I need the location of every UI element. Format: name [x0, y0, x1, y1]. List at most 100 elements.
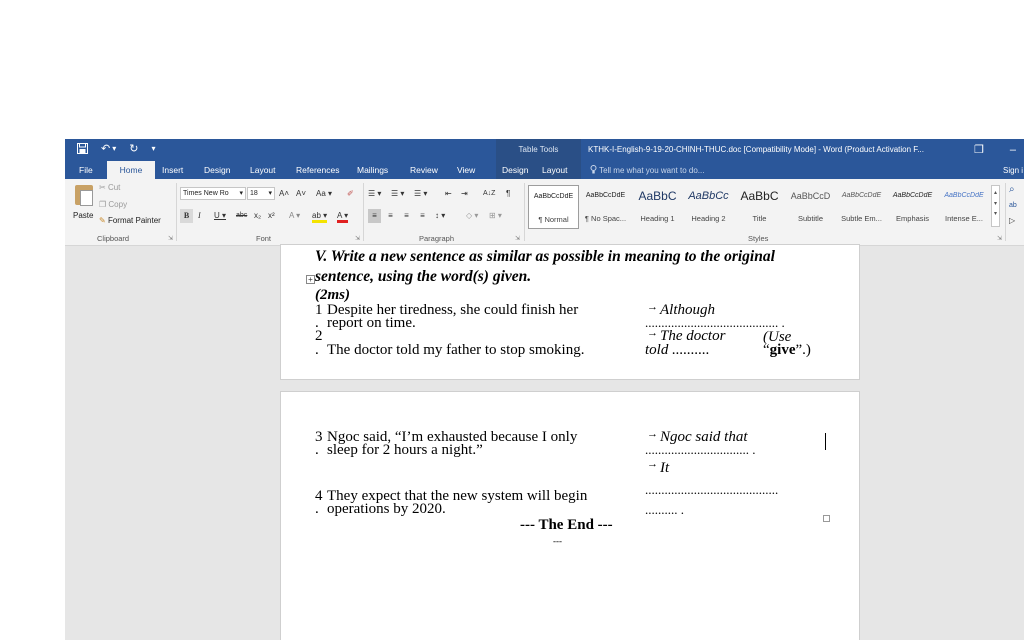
clipboard-group-label: Clipboard [97, 234, 130, 243]
styles-gallery-scroll[interactable]: ▴ ▾ ▾ [991, 185, 1000, 227]
more-styles-icon[interactable]: ▾ [992, 208, 999, 220]
style-preview: AaBbCcDdE [892, 192, 933, 199]
font-group-label: Font [256, 234, 272, 243]
window-controls: ❐ – [974, 139, 1016, 161]
sign-in-link[interactable]: Sign i [1003, 161, 1023, 180]
align-left-button[interactable]: ≡ [368, 209, 381, 223]
paragraph-launcher-icon[interactable]: ⇲ [515, 235, 520, 242]
arrow-icon: → [647, 327, 658, 339]
show-formatting-marks-button[interactable]: ¶ [506, 187, 510, 201]
line-spacing-button[interactable]: ↕ ▾ [435, 209, 445, 223]
bullets-button[interactable]: ☰ ▾ [368, 187, 381, 201]
ribbon-display-options-icon[interactable]: ❐ [974, 139, 984, 161]
center-button[interactable]: ≡ [384, 209, 397, 223]
style-subtitle[interactable]: AaBbCcD Subtitle [785, 185, 836, 229]
tab-review[interactable]: Review [404, 161, 444, 179]
tab-references[interactable]: References [290, 161, 345, 179]
font-size-value: 18 [250, 190, 258, 197]
document-page[interactable]: 3 Ngoc said, “I’m exhausted because I on… [280, 391, 860, 640]
increase-indent-button[interactable]: ⇥ [461, 187, 468, 201]
multilevel-list-button[interactable]: ☰ ▾ [414, 187, 427, 201]
tab-table-layout[interactable]: Layout [536, 161, 581, 179]
the-end-marker: --- The End --- [520, 517, 613, 533]
style-preview: AaBbCcDdE [841, 192, 882, 199]
font-name-combo[interactable]: Times New Ro ▾ [180, 187, 246, 200]
text-effects-button[interactable]: A ▾ [289, 209, 300, 223]
replace-icon[interactable]: ab [1009, 199, 1017, 213]
save-icon[interactable] [77, 143, 88, 157]
strikethrough-button[interactable]: abc [236, 209, 247, 223]
quick-access-toolbar: ↶ ▾ ↻ ▾ [77, 143, 155, 157]
style-subtle-emphasis[interactable]: AaBbCcDdE Subtle Em... [836, 185, 887, 229]
style-title[interactable]: AaBbC Title [734, 185, 785, 229]
undo-dropdown-icon[interactable]: ▾ [112, 143, 116, 157]
answer-blank: ................................ . [645, 442, 756, 457]
style-no-spacing[interactable]: AaBbCcDdE ¶ No Spac... [580, 185, 631, 229]
style-name: Subtitle [797, 214, 824, 223]
tab-insert[interactable]: Insert [156, 161, 189, 179]
table-resize-handle-icon[interactable] [823, 515, 830, 522]
style-intense-emphasis[interactable]: AaBbCcDdE Intense E... [938, 185, 990, 229]
paste-icon [75, 185, 93, 206]
justify-button[interactable]: ≡ [416, 209, 429, 223]
style-preview: AaBbCcD [790, 191, 831, 201]
style-normal[interactable]: AaBbCcDdE ¶ Normal [528, 185, 579, 229]
tab-file[interactable]: File [73, 161, 99, 179]
tab-table-design[interactable]: Design [496, 161, 536, 179]
style-preview: AaBbCcDdE [533, 193, 574, 200]
answer-blank: .......... . [645, 502, 684, 517]
tab-mailings[interactable]: Mailings [351, 161, 394, 179]
window-title: KTHK-I-English-9-19-20-CHINH-THUC.doc [C… [588, 145, 924, 154]
borders-button[interactable]: ⊞ ▾ [489, 209, 502, 223]
style-heading-1[interactable]: AaBbC Heading 1 [632, 185, 683, 229]
shading-button[interactable]: ◇ ▾ [466, 209, 478, 223]
document-page[interactable]: + V. Write a new sentence as similar as … [280, 244, 860, 380]
chevron-up-icon[interactable]: ▴ [992, 186, 999, 200]
font-size-combo[interactable]: 18 ▾ [247, 187, 275, 200]
sort-button[interactable]: A↓Z [483, 187, 495, 201]
minimize-icon[interactable]: – [1010, 139, 1016, 161]
question-2-cue-continued: told .......... [645, 342, 710, 358]
find-icon[interactable]: ⌕ [1009, 183, 1015, 197]
clipboard-launcher-icon[interactable]: ⇲ [168, 235, 173, 242]
style-heading-2[interactable]: AaBbCc Heading 2 [683, 185, 734, 229]
copy-button[interactable]: ❐ Copy [99, 200, 127, 209]
tab-layout[interactable]: Layout [244, 161, 282, 179]
italic-button[interactable]: I [198, 209, 201, 223]
chevron-down-icon[interactable]: ▾ [992, 200, 999, 208]
ribbon-tabs: File Home Insert Design Layout Reference… [65, 161, 1024, 179]
paste-button[interactable]: Paste [71, 183, 97, 229]
align-right-button[interactable]: ≡ [400, 209, 413, 223]
tell-me-box[interactable]: Tell me what you want to do... [590, 161, 704, 180]
clear-formatting-icon[interactable]: ✐ [347, 187, 354, 201]
font-launcher-icon[interactable]: ⇲ [355, 235, 360, 242]
customize-qat-icon[interactable]: ▾ [151, 143, 155, 157]
styles-launcher-icon[interactable]: ⇲ [997, 235, 1002, 242]
change-case-button[interactable]: Aa ▾ [316, 187, 332, 201]
answer-blank: ........................................… [645, 482, 779, 497]
table-move-handle-icon[interactable]: + [306, 275, 315, 284]
style-emphasis[interactable]: AaBbCcDdE Emphasis [887, 185, 938, 229]
font-color-button[interactable]: A ▾ [337, 209, 349, 223]
shrink-font-button[interactable]: A˅ [296, 187, 306, 201]
highlight-color-button[interactable]: ab ▾ [312, 209, 328, 223]
tab-home[interactable]: Home [107, 161, 155, 179]
superscript-button[interactable]: x² [268, 209, 275, 223]
subscript-button[interactable]: x₂ [254, 209, 261, 223]
grow-font-button[interactable]: A˄ [279, 187, 289, 201]
title-bar: ↶ ▾ ↻ ▾ Table Tools KTHK-I-English-9-19-… [65, 139, 1024, 161]
redo-icon[interactable]: ↻ [129, 143, 138, 157]
numbering-button[interactable]: ☰ ▾ [391, 187, 404, 201]
tab-view[interactable]: View [451, 161, 481, 179]
style-preview: AaBbCcDdE [944, 192, 984, 199]
undo-icon[interactable]: ↶ [101, 143, 110, 157]
select-icon[interactable]: ▷ [1009, 214, 1015, 228]
bold-button[interactable]: B [180, 209, 193, 223]
underline-button[interactable]: U ▾ [214, 209, 226, 223]
format-painter-label: Format Painter [107, 216, 161, 225]
question-1-text-continued: report on time. [327, 315, 416, 331]
cut-button[interactable]: ✂ Cut [99, 183, 120, 192]
tab-design[interactable]: Design [198, 161, 236, 179]
decrease-indent-button[interactable]: ⇤ [445, 187, 452, 201]
format-painter-button[interactable]: ✎ Format Painter [99, 216, 161, 225]
